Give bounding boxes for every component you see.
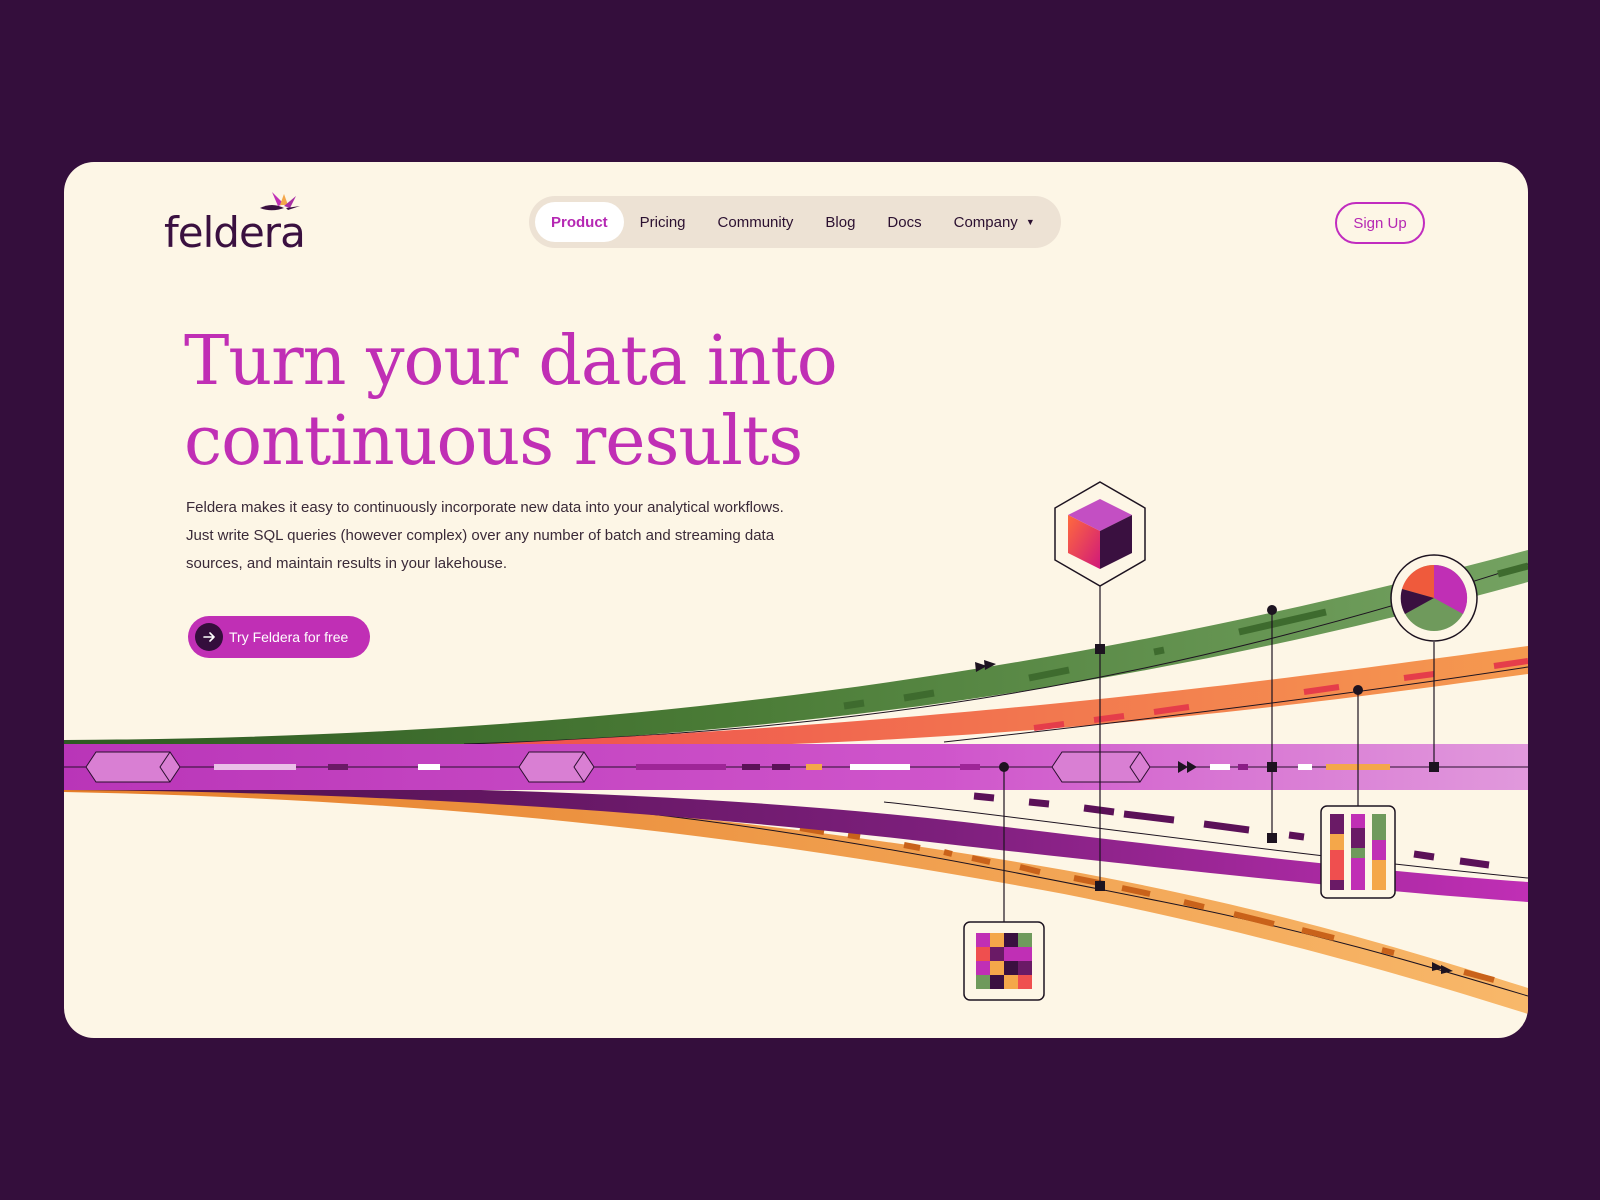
nav-item-docs[interactable]: Docs [871, 202, 937, 242]
nav-item-product[interactable]: Product [535, 202, 624, 242]
nav-item-community[interactable]: Community [702, 202, 810, 242]
bar-matrix-result-icon [1320, 805, 1396, 899]
hero-headline: Turn your data into continuous results [184, 322, 884, 482]
cta-label: Try Feldera for free [229, 629, 349, 645]
nav-item-label: Pricing [639, 213, 686, 231]
try-feldera-button[interactable]: Try Feldera for free [188, 616, 370, 658]
data-streams-illustration [64, 481, 1528, 1014]
hero-headline-line-1: Turn your data into [184, 322, 838, 401]
brand-logo[interactable]: feldera [164, 190, 324, 262]
pie-result-icon [1390, 554, 1478, 642]
nav-item-blog[interactable]: Blog [809, 202, 871, 242]
nav-item-label: Community [717, 213, 794, 231]
main-nav: Product Pricing Community Blog Docs Comp… [529, 196, 1061, 248]
nav-item-label: Docs [887, 213, 922, 231]
grid-result-icon [963, 921, 1045, 1001]
nav-item-company[interactable]: Company ▼ [938, 202, 1051, 242]
sign-up-button[interactable]: Sign Up [1335, 202, 1425, 244]
brand-wordmark: feldera [164, 208, 306, 257]
hero-headline-line-2: continuous results [184, 402, 803, 481]
nav-item-label: Product [551, 213, 608, 231]
caret-down-icon: ▼ [1025, 217, 1035, 227]
nav-item-label: Company [953, 213, 1018, 231]
arrow-right-icon [195, 623, 223, 651]
hero-card: feldera Product Pricing Community Blog D… [64, 162, 1528, 1038]
hero-subtext: Feldera makes it easy to continuously in… [186, 499, 784, 572]
nav-item-pricing[interactable]: Pricing [624, 202, 702, 242]
cube-node-icon [1054, 481, 1146, 587]
nav-item-label: Blog [825, 213, 856, 231]
